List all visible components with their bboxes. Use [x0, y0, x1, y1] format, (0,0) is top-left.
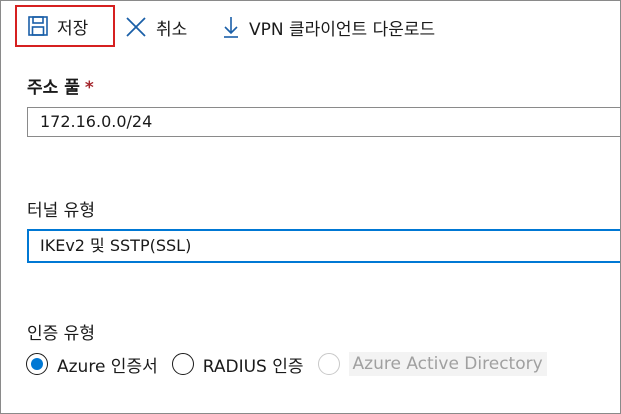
cancel-button[interactable]: 취소 [124, 7, 187, 47]
tunnel-type-select[interactable]: IKEv2 및 SSTP(SSL) [27, 229, 620, 263]
radio-disabled-icon [317, 353, 340, 375]
auth-type-radio-group: Azure 인증서 RADIUS 인증 Azure Active Directo… [26, 349, 561, 379]
radio-selected-icon [26, 353, 48, 375]
radio-dot [31, 358, 43, 370]
save-label: 저장 [57, 18, 89, 39]
radio-unselected-icon [171, 353, 194, 375]
address-pool-label: 주소 풀 * [27, 73, 94, 98]
close-icon [124, 15, 148, 39]
required-marker: * [84, 78, 94, 98]
download-icon [221, 15, 241, 39]
cancel-label: 취소 [156, 19, 188, 40]
address-pool-input[interactable]: 172.16.0.0/24 [27, 107, 620, 137]
radio-azure-certificate-label: Azure 인증서 [57, 356, 158, 377]
address-pool-label-text: 주소 풀 [27, 78, 80, 98]
form: 주소 풀 * 172.16.0.0/24 터널 유형 IKEv2 및 SSTP(S… [1, 53, 620, 413]
save-button[interactable]: 저장 [15, 5, 115, 47]
download-label: VPN 클라이언트 다운로드 [249, 19, 436, 40]
radio-azure-active-directory: Azure Active Directory [317, 352, 547, 376]
save-icon [27, 15, 49, 37]
radio-radius[interactable]: RADIUS 인증 [171, 352, 304, 377]
radio-radius-label: RADIUS 인증 [202, 356, 304, 377]
radio-azure-active-directory-label: Azure Active Directory [348, 352, 547, 376]
vpn-config-panel: 저장 취소 VPN 클라이언트 다운로드 주소 풀 * 172.16.0.0/2… [0, 0, 621, 414]
tunnel-type-label: 터널 유형 [27, 201, 95, 221]
radio-azure-certificate[interactable]: Azure 인증서 [26, 352, 158, 377]
auth-type-label: 인증 유형 [27, 324, 95, 344]
command-bar: 저장 취소 VPN 클라이언트 다운로드 [1, 1, 620, 53]
download-vpn-client-button[interactable]: VPN 클라이언트 다운로드 [221, 7, 435, 47]
